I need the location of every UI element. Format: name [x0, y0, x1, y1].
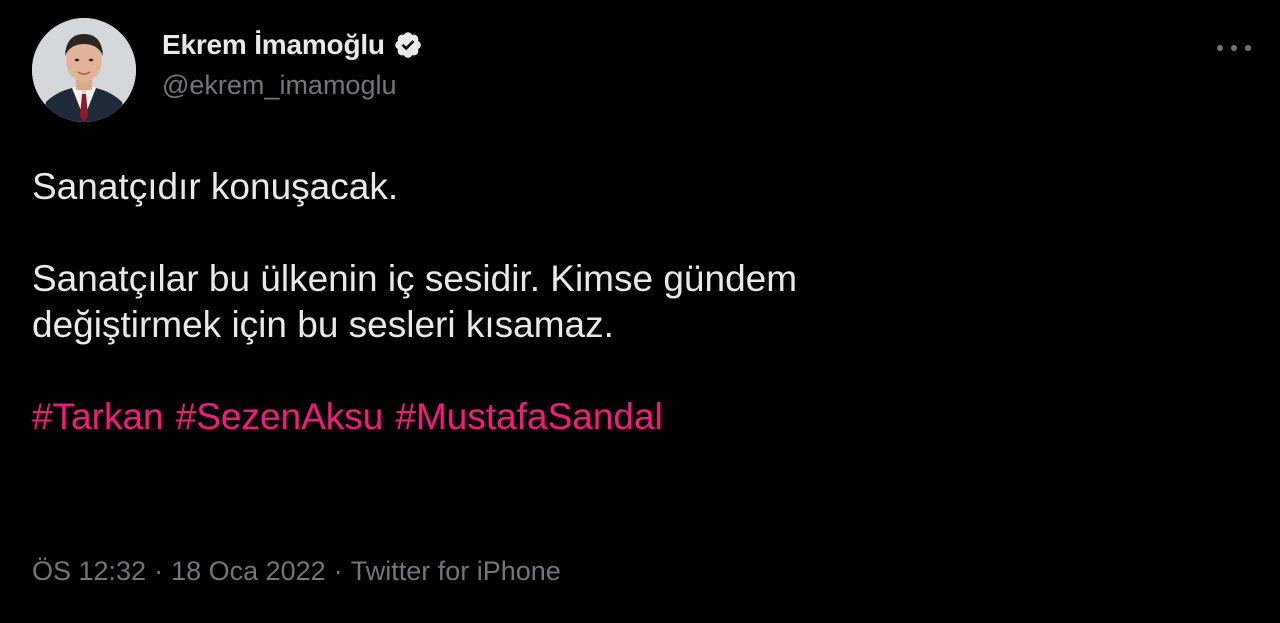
user-handle[interactable]: @ekrem_imamoglu [162, 70, 423, 101]
meta-separator: · [154, 556, 164, 586]
avatar[interactable] [32, 18, 136, 122]
more-horizontal-icon [1217, 45, 1251, 51]
more-options-button[interactable] [1212, 32, 1256, 64]
tweet-source[interactable]: Twitter for iPhone [351, 556, 561, 587]
verified-badge-icon [393, 30, 423, 60]
hashtag-mustafasandal[interactable]: #MustafaSandal [395, 394, 662, 440]
name-row: Ekrem İmamoğlu [162, 26, 423, 64]
author-block: Ekrem İmamoğlu @ekrem_imamoglu [162, 26, 423, 101]
tweet-line-2: Sanatçılar bu ülkenin iç sesidir. Kimse … [32, 258, 798, 299]
tweet-line-3: değiştirmek için bu sesleri kısamaz. [32, 304, 614, 345]
tweet-text: Sanatçıdır konuşacak. Sanatçılar bu ülke… [32, 164, 1232, 440]
hashtag-sezenaksu[interactable]: #SezenAksu [176, 394, 384, 440]
hashtag-row: #Tarkan #SezenAksu #MustafaSandal [32, 394, 1232, 440]
profile-photo [32, 18, 136, 122]
tweet-meta: ÖS 12:32 · 18 Oca 2022 · Twitter for iPh… [32, 556, 561, 587]
hashtag-tarkan[interactable]: #Tarkan [32, 394, 164, 440]
tweet-date[interactable]: 18 Oca 2022 [171, 556, 326, 587]
tweet-card: Ekrem İmamoğlu @ekrem_imamoglu Sanatçıdı… [0, 0, 1280, 623]
tweet-time[interactable]: ÖS 12:32 [32, 556, 146, 587]
meta-separator: · [333, 556, 343, 586]
tweet-line-1: Sanatçıdır konuşacak. [32, 166, 399, 207]
display-name[interactable]: Ekrem İmamoğlu [162, 29, 385, 61]
